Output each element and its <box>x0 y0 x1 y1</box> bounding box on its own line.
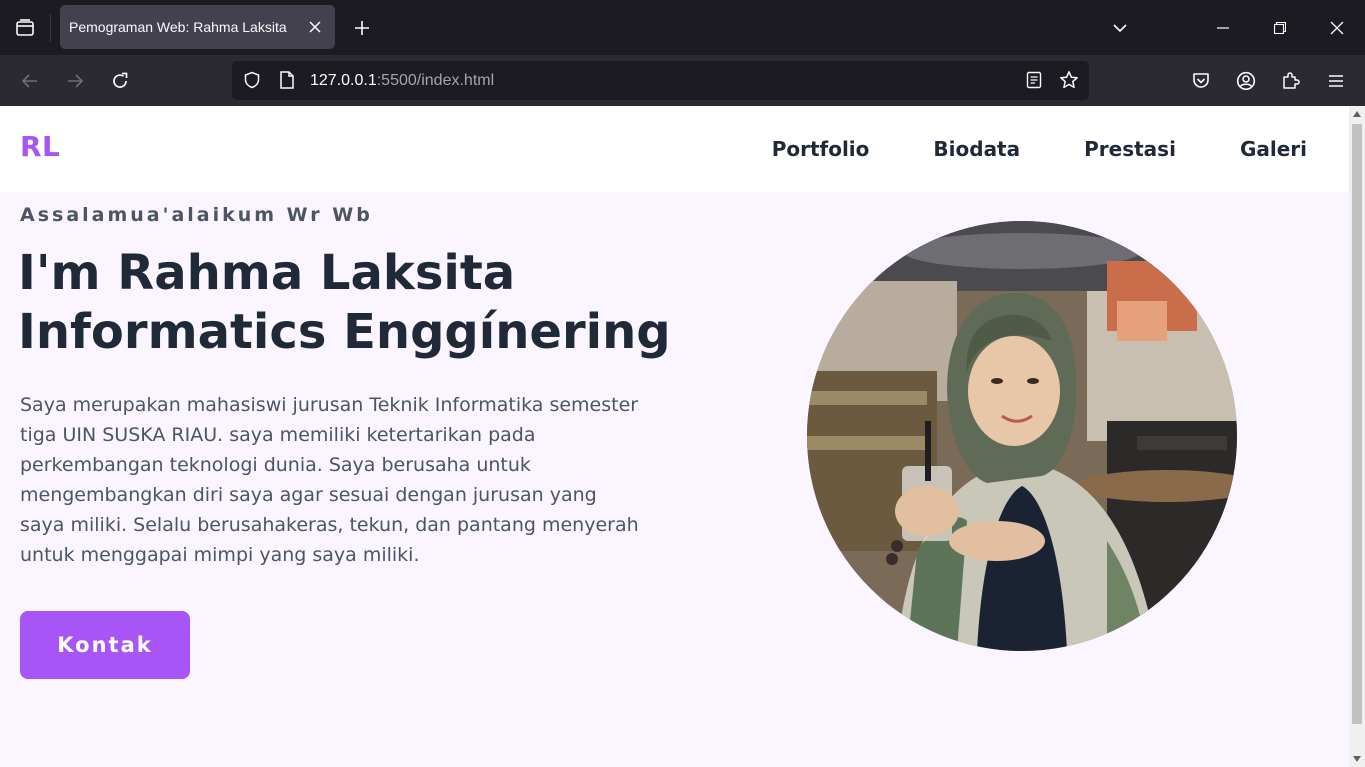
puzzle-icon <box>1283 72 1300 89</box>
extensions-button[interactable] <box>1276 66 1306 96</box>
bookmark-button[interactable] <box>1057 68 1081 92</box>
headline-prefix: I'm <box>18 245 118 301</box>
url-host: 127.0.0.1 <box>310 72 377 89</box>
nav-link-portfolio[interactable]: Portfolio <box>772 137 870 161</box>
app-menu-button[interactable] <box>1321 66 1351 96</box>
list-all-tabs-button[interactable] <box>1106 14 1134 42</box>
address-bar[interactable]: 127.0.0.1:5500/index.html <box>232 61 1089 100</box>
tab-close-button[interactable] <box>303 15 327 39</box>
account-button[interactable] <box>1231 66 1261 96</box>
arrow-left-icon <box>21 74 37 88</box>
triangle-up-icon <box>1353 111 1361 117</box>
headline-name: Rahma Laksita <box>117 245 516 301</box>
page-viewport: RL Portfolio Biodata Prestasi Galeri Ass… <box>0 106 1349 767</box>
tab-divider <box>50 14 51 42</box>
profile-photo-image <box>807 221 1237 651</box>
window-close-button[interactable] <box>1323 14 1351 42</box>
nav-link-biodata[interactable]: Biodata <box>933 137 1020 161</box>
close-icon <box>309 21 321 33</box>
scroll-down-arrow[interactable] <box>1352 754 1362 764</box>
forward-button[interactable] <box>60 66 90 96</box>
pocket-button[interactable] <box>1186 66 1216 96</box>
minimize-icon <box>1217 27 1229 29</box>
chevron-down-icon <box>1113 24 1127 33</box>
scroll-up-arrow[interactable] <box>1352 109 1362 119</box>
account-icon <box>1236 71 1256 91</box>
firefox-view-button[interactable] <box>10 13 40 43</box>
nav-link-galeri[interactable]: Galeri <box>1240 137 1307 161</box>
star-icon <box>1060 71 1078 89</box>
site-header: RL Portfolio Biodata Prestasi Galeri <box>0 106 1349 192</box>
active-tab[interactable]: Pemograman Web: Rahma Laksita <box>60 5 335 49</box>
tracking-protection-button[interactable] <box>240 68 264 92</box>
reader-view-button[interactable] <box>1022 68 1046 92</box>
reload-button[interactable] <box>105 66 135 96</box>
browser-tab-strip: Pemograman Web: Rahma Laksita <box>0 0 1365 55</box>
url-path: :5500/index.html <box>376 72 495 89</box>
url-text[interactable]: 127.0.0.1:5500/index.html <box>310 61 494 100</box>
back-button[interactable] <box>15 66 45 96</box>
browser-toolbar: 127.0.0.1:5500/index.html <box>0 55 1365 106</box>
headline-role: Informatics Enggínering <box>18 304 671 360</box>
hamburger-menu-icon <box>1329 75 1343 87</box>
tab-title: Pemograman Web: Rahma Laksita <box>69 19 287 35</box>
close-icon <box>1330 21 1344 35</box>
nav-link-prestasi[interactable]: Prestasi <box>1084 137 1176 161</box>
contact-button[interactable]: Kontak <box>20 611 190 679</box>
pocket-icon <box>1193 73 1209 88</box>
greeting-text: Assalamua'alaikum Wr Wb <box>20 204 373 226</box>
restore-button[interactable] <box>1266 14 1294 42</box>
scrollbar-thumb[interactable] <box>1352 124 1362 724</box>
arrow-right-icon <box>68 74 84 88</box>
restore-icon <box>1274 22 1286 34</box>
shield-icon <box>244 71 260 89</box>
triangle-down-icon <box>1353 756 1361 762</box>
new-tab-button[interactable] <box>348 14 376 42</box>
page-icon <box>280 71 294 89</box>
bio-paragraph: Saya merupakan mahasiswi jurusan Teknik … <box>20 394 639 566</box>
tab-overview-icon <box>16 19 34 36</box>
reload-icon <box>113 72 128 88</box>
page-scrollbar[interactable] <box>1349 106 1365 767</box>
reader-view-icon <box>1026 71 1042 89</box>
site-info-button[interactable] <box>275 68 299 92</box>
site-logo[interactable]: RL <box>20 130 60 163</box>
minimize-button[interactable] <box>1209 14 1237 42</box>
profile-photo <box>807 221 1237 651</box>
site-nav: Portfolio Biodata Prestasi Galeri <box>772 106 1307 192</box>
hero-headline: I'm Rahma Laksita Informatics Enggínerin… <box>18 244 671 362</box>
plus-icon <box>355 21 369 35</box>
